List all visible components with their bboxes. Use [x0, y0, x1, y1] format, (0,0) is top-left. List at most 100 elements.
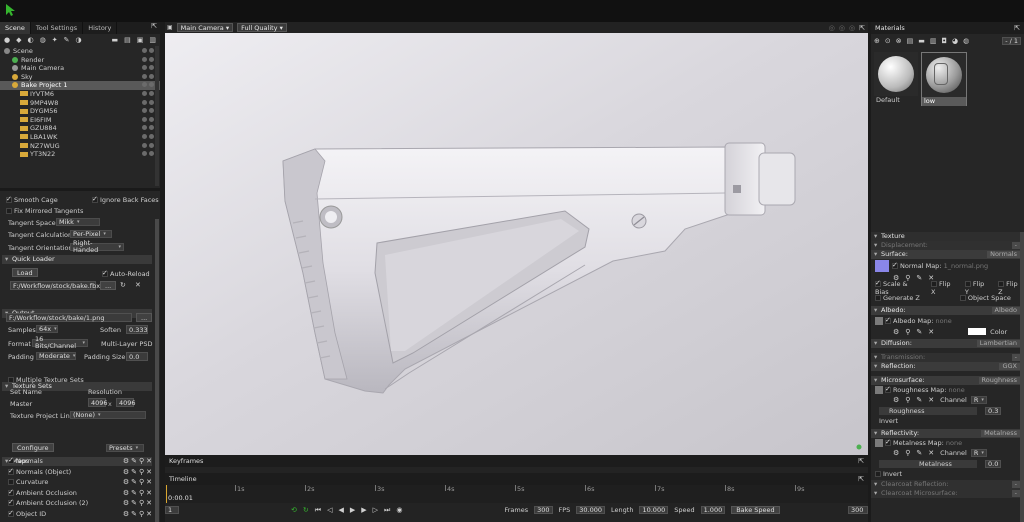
edit-icon[interactable]: ✎	[131, 478, 137, 486]
settings-scrollbar[interactable]	[155, 219, 159, 522]
playhead[interactable]	[166, 485, 167, 503]
map-checkbox[interactable]	[8, 488, 14, 496]
remove-icon[interactable]: ✕	[146, 489, 152, 497]
range-end-field[interactable]: 300	[848, 506, 868, 514]
padding-size-field[interactable]: 0.0	[126, 352, 148, 361]
remove-icon[interactable]: ✕	[928, 396, 934, 404]
viewport-option-icon[interactable]: ◎	[829, 24, 835, 32]
microsurface-section[interactable]: Microsurface:Roughness	[871, 376, 1024, 385]
texture-section[interactable]: Texture	[871, 232, 1024, 241]
search-icon[interactable]: ⚲	[139, 510, 144, 518]
albedo-map-thumb[interactable]	[875, 316, 883, 325]
range-start-field[interactable]: 1	[165, 506, 179, 514]
loader-browse-button[interactable]: ...	[100, 281, 117, 290]
remove-icon[interactable]: ✕	[146, 499, 152, 507]
map-item[interactable]: Normals (Object) ⚙✎⚲✕	[8, 467, 154, 478]
roughness-invert[interactable]: Invert	[871, 416, 1024, 426]
auto-reload-checkbox[interactable]: Auto-Reload	[102, 269, 150, 278]
material-settings-icon[interactable]: ◍	[963, 37, 969, 45]
material-default[interactable]: Default	[874, 52, 918, 106]
metalness-map-row[interactable]: Metalness Map: none	[871, 438, 1024, 448]
apply-material-icon[interactable]: ◘	[942, 37, 948, 45]
reflection-section[interactable]: Reflection:GGX	[871, 362, 1024, 371]
map-item[interactable]: Ambient Occlusion (2) ⚙✎⚲✕	[8, 498, 154, 509]
settings-icon[interactable]: ⚙	[123, 478, 129, 486]
configure-button[interactable]: Configure	[12, 443, 54, 452]
settings-icon[interactable]: ⚙	[893, 328, 899, 336]
tree-item[interactable]: Render	[0, 56, 160, 65]
viewport-grid-icon[interactable]: ◎	[839, 24, 845, 32]
length-field[interactable]: 10.000	[639, 506, 669, 514]
metalness-map-thumb[interactable]	[875, 439, 883, 447]
tab-history[interactable]: History	[83, 22, 118, 34]
albedo-color-swatch[interactable]	[968, 328, 987, 335]
loop-icon[interactable]: ⟲	[291, 506, 297, 514]
soften-field[interactable]: 0.333	[126, 325, 148, 334]
map-checkbox[interactable]	[8, 467, 14, 475]
clearcoat-microsurface-section[interactable]: Clearcoat Microsurface:-	[871, 489, 1024, 498]
add-material-icon[interactable]: ⊕	[874, 37, 880, 45]
visibility-icon[interactable]	[142, 142, 156, 149]
tangent-calc-select[interactable]: Per-Pixel	[70, 230, 112, 238]
copy-icon[interactable]: ▣	[137, 36, 144, 44]
save-material-icon[interactable]: ▥	[930, 37, 937, 45]
refresh-icon[interactable]: ↻	[303, 506, 309, 514]
add-bake-icon[interactable]: ✦	[52, 36, 58, 44]
edit-icon[interactable]: ✎	[131, 499, 137, 507]
edit-icon[interactable]: ✎	[916, 449, 922, 457]
import-icon[interactable]: ▤	[124, 36, 131, 44]
fix-mirrored-checkbox[interactable]: Fix Mirrored Tangents	[6, 207, 83, 215]
edit-icon[interactable]: ✎	[916, 396, 922, 404]
tree-item[interactable]: NZ7WUG	[0, 142, 160, 151]
edit-icon[interactable]: ✎	[916, 328, 922, 336]
settings-icon[interactable]: ⚙	[893, 449, 899, 457]
multiple-texture-sets-checkbox[interactable]: Multiple Texture Sets	[8, 376, 84, 384]
edit-icon[interactable]: ✎	[131, 468, 137, 476]
roughness-value[interactable]: 0.3	[985, 406, 1001, 415]
tree-item[interactable]: DYGM56	[0, 107, 160, 116]
search-icon[interactable]: ⚲	[139, 457, 144, 465]
select-tool-icon[interactable]	[4, 3, 16, 17]
map-checkbox[interactable]	[8, 498, 14, 507]
go-end-icon[interactable]: ⏭	[384, 506, 390, 515]
settings-icon[interactable]: ⚙	[123, 468, 129, 476]
visibility-icon[interactable]	[142, 133, 156, 140]
close-icon[interactable]: ✕	[135, 281, 141, 289]
tree-item[interactable]: Main Camera	[0, 64, 160, 73]
resolution-width[interactable]: 4096	[88, 398, 108, 407]
tree-item[interactable]: GZU884	[0, 124, 160, 133]
remove-icon[interactable]: ✕	[928, 328, 934, 336]
tab-scene[interactable]: Scene	[0, 22, 31, 34]
metalness-channel-select[interactable]: R	[970, 449, 987, 457]
tree-item[interactable]: 9MP4W8	[0, 99, 160, 108]
samples-select[interactable]: 64x	[36, 325, 58, 333]
clearcoat-reflection-section[interactable]: Clearcoat Reflection:-	[871, 480, 1024, 489]
output-browse-button[interactable]: ...	[136, 313, 153, 322]
metalness-slider[interactable]: Metalness	[879, 459, 977, 468]
add-object-icon[interactable]: ◆	[16, 36, 21, 44]
viewport-maximize-icon[interactable]: ⇱	[859, 24, 868, 32]
visibility-icon[interactable]	[142, 125, 156, 131]
keyframes-tab[interactable]: Keyframes	[169, 457, 203, 465]
bake-speed-button[interactable]: Bake Speed	[731, 506, 780, 514]
displacement-section[interactable]: Displacement:-	[871, 241, 1024, 250]
generate-z-checkbox[interactable]: Generate Z	[875, 294, 920, 302]
add-light-icon[interactable]: ●	[4, 36, 10, 44]
padding-select[interactable]: Moderate	[36, 352, 76, 360]
texture-project-link-select[interactable]: (None)	[70, 411, 146, 419]
visibility-icon[interactable]	[142, 99, 156, 106]
map-checkbox[interactable]	[8, 456, 14, 465]
edit-icon[interactable]: ✎	[131, 457, 137, 465]
edit-icon[interactable]: ✎	[131, 510, 137, 518]
time-ruler[interactable]: 0:00.01 1s 2s 3s 4s 5s 6s 7s 8s 9s	[165, 485, 868, 503]
materials-scrollbar[interactable]	[1020, 232, 1024, 522]
prev-frame-icon[interactable]: ◀	[338, 506, 343, 514]
tree-item[interactable]: EI6FIM	[0, 116, 160, 125]
remove-icon[interactable]: ✕	[146, 468, 152, 476]
camera-select[interactable]: Main Camera ▾	[176, 23, 234, 32]
visibility-icon[interactable]	[142, 108, 156, 114]
output-path-field[interactable]: F:/Workflow/stock/bake/1.png	[6, 313, 132, 322]
settings-icon[interactable]: ⚙	[123, 489, 129, 497]
delete-icon[interactable]: ▥	[149, 36, 160, 44]
scene-scrollbar[interactable]	[155, 46, 159, 186]
